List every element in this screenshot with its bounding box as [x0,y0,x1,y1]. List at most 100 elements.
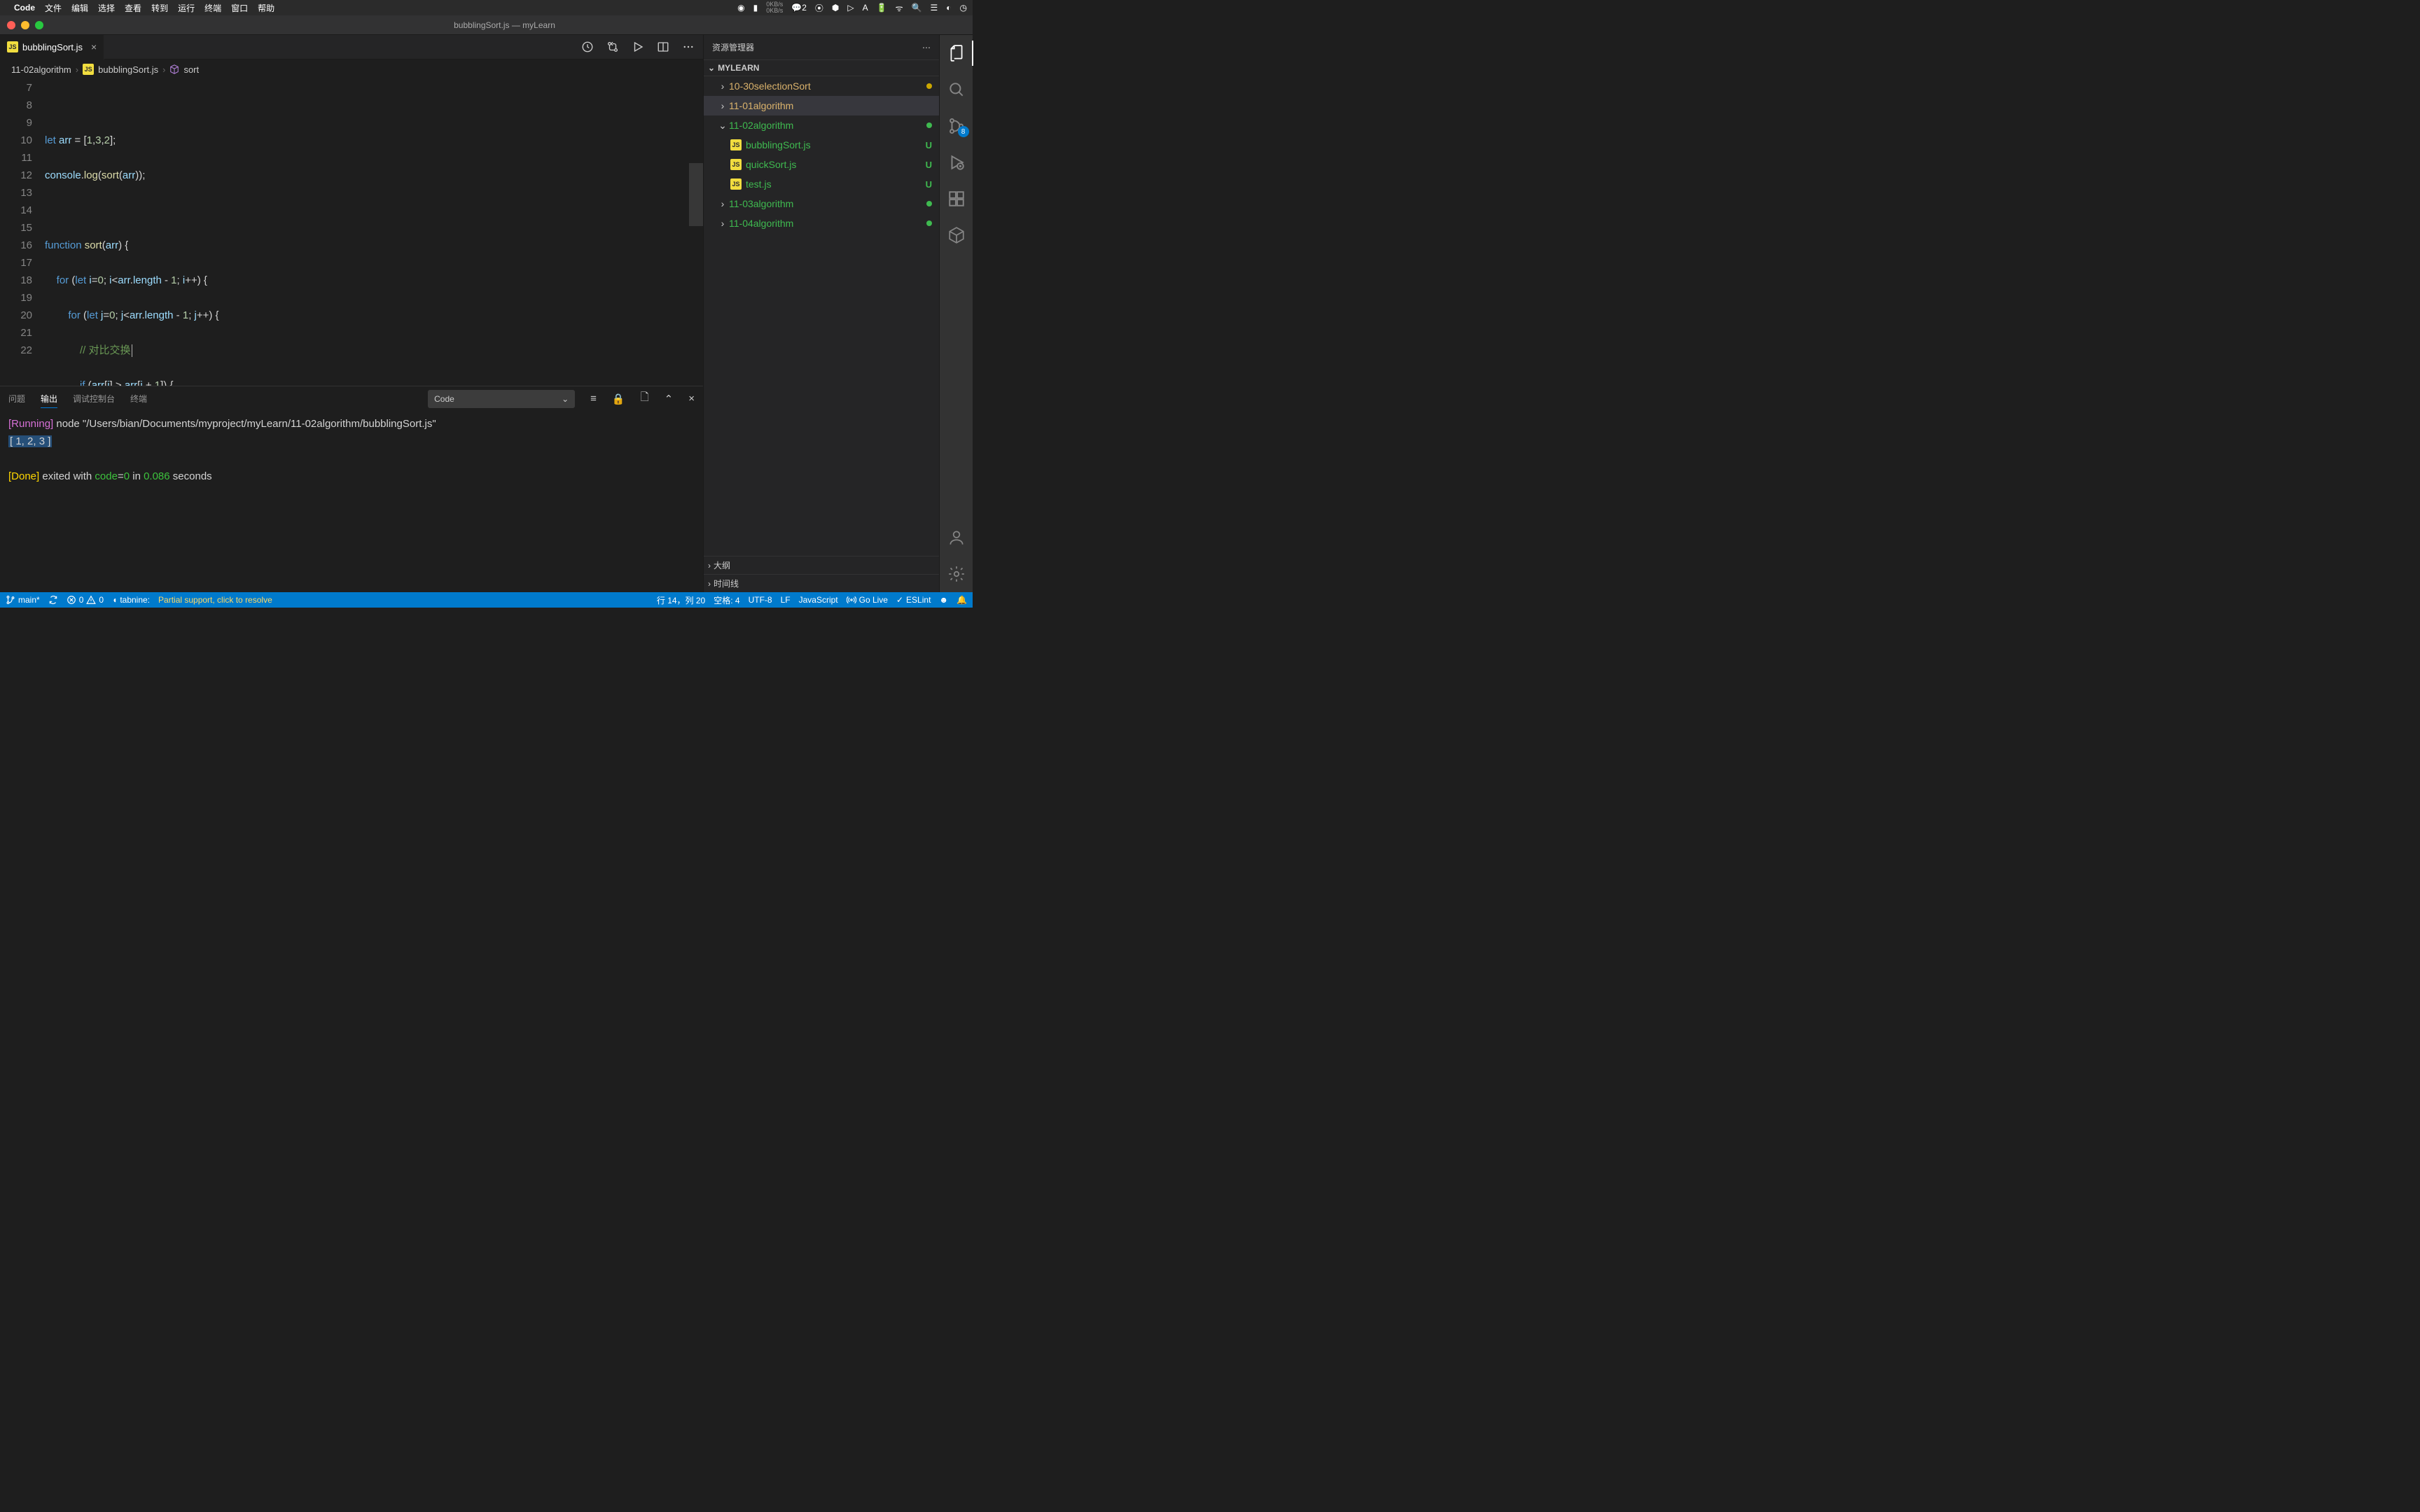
run-icon[interactable] [632,41,644,53]
git-status-badge: U [926,160,932,170]
chevron-up-icon[interactable]: ⌃ [665,393,674,405]
output-channel-select[interactable]: Code ⌄ [428,390,575,408]
git-modified-dot [926,83,932,89]
folder-11-03algorithm[interactable]: › 11-03algorithm [704,194,939,214]
menubar-file[interactable]: 文件 [45,2,62,14]
tray-icon-3[interactable]: ⬢ [832,3,839,13]
explorer-icon[interactable] [947,43,966,63]
close-window-button[interactable] [7,21,15,29]
tray-icon-1[interactable]: ▮ [753,3,758,13]
account-icon[interactable] [947,528,966,547]
cube-icon[interactable] [947,225,966,245]
folder-10-30selectionSort[interactable]: › 10-30selectionSort [704,76,939,96]
status-branch[interactable]: main* [6,595,40,605]
js-file-icon: JS [730,139,742,150]
status-tabnine-msg[interactable]: Partial support, click to resolve [158,595,272,605]
menubar-edit[interactable]: 编辑 [71,2,88,14]
menubar-terminal[interactable]: 终端 [204,2,221,14]
wechat-icon[interactable]: 💬 2 [791,3,807,13]
menubar-run[interactable]: 运行 [178,2,195,14]
battery-icon[interactable]: 🔋 [877,3,887,13]
spotlight-icon[interactable]: 🔍 [912,3,922,13]
control-center-icon[interactable]: ☰ [931,3,938,13]
tray-icon-2[interactable]: ⦿ [815,2,823,14]
status-problems[interactable]: 0 0 [67,595,104,605]
diff-icon[interactable] [606,41,619,53]
status-language[interactable]: JavaScript [799,595,838,605]
git-untracked-dot [926,122,932,128]
file-bubblingSort[interactable]: JS bubblingSort.js U [704,135,939,155]
source-control-icon[interactable]: 8 [947,116,966,136]
chevron-down-icon: ⌄ [716,120,729,132]
breadcrumb[interactable]: 11-02algorithm › JS bubblingSort.js › so… [0,59,703,79]
status-sync[interactable] [48,595,58,605]
status-encoding[interactable]: UTF-8 [749,595,772,605]
close-panel-icon[interactable]: × [688,393,695,405]
maximize-window-button[interactable] [35,21,43,29]
status-eol[interactable]: LF [781,595,791,605]
folder-11-04algorithm[interactable]: › 11-04algorithm [704,214,939,233]
minimap-slider[interactable] [689,163,703,226]
panel-tab-output[interactable]: 输出 [41,390,57,408]
panel-tab-terminal[interactable]: 终端 [130,390,147,407]
wifi-icon[interactable]: ᯤ [896,2,903,14]
menubar-view[interactable]: 查看 [125,2,141,14]
screenrec-icon[interactable]: ◉ [737,3,744,13]
menubar-goto[interactable]: 转到 [151,2,168,14]
folder-11-01algorithm[interactable]: › 11-01algorithm [704,96,939,115]
code-editor[interactable]: 7 8 9 10 11 12 13 14 15 16 17 18 19 20 2… [0,79,703,386]
lock-icon[interactable]: 🔒 [612,393,625,405]
menubar-help[interactable]: 帮助 [258,2,274,14]
panel-tab-debug[interactable]: 调试控制台 [73,390,115,407]
breadcrumb-folder[interactable]: 11-02algorithm [11,64,71,75]
split-icon[interactable] [657,41,669,53]
clock-icon[interactable]: ◷ [960,3,967,13]
input-icon[interactable]: A [863,3,868,13]
tab-label: bubblingSort.js [22,42,83,52]
status-golive[interactable]: Go Live [847,595,888,605]
method-icon [169,64,179,74]
status-feedback-icon[interactable]: ☻ [939,595,948,605]
minimap[interactable] [689,79,703,386]
outline-section-header[interactable]: › 大纲 [704,556,939,574]
output-done-label: [Done] [8,470,39,482]
line-numbers: 7 8 9 10 11 12 13 14 15 16 17 18 19 20 2… [0,79,45,386]
timeline-icon[interactable] [581,41,594,53]
file-test[interactable]: JS test.js U [704,174,939,194]
clear-icon[interactable]: 🗋 [641,390,649,407]
breadcrumb-symbol[interactable]: sort [183,64,199,75]
status-eslint[interactable]: ✓ ESLint [896,595,931,605]
settings-icon[interactable] [947,564,966,584]
js-file-icon: JS [7,41,18,52]
menubar-app[interactable]: Code [14,3,35,13]
tab-bubblingsort[interactable]: JS bubblingSort.js × [0,35,104,59]
wrap-icon[interactable]: ≡ [590,393,597,405]
folder-11-02algorithm[interactable]: ⌄ 11-02algorithm [704,115,939,135]
status-position[interactable]: 行 14，列 20 [657,594,705,606]
timeline-section-header[interactable]: › 时间线 [704,574,939,592]
search-icon[interactable] [947,80,966,99]
file-quickSort[interactable]: JS quickSort.js U [704,155,939,174]
tray-icon-4[interactable]: ▷ [847,3,854,13]
panel-tab-problems[interactable]: 问题 [8,390,25,407]
status-spaces[interactable]: 空格: 4 [714,594,739,606]
minimize-window-button[interactable] [21,21,29,29]
code-content[interactable]: let arr = [1,3,2]; console.log(sort(arr)… [45,79,703,386]
menubar-window[interactable]: 窗口 [231,2,248,14]
extensions-icon[interactable] [947,189,966,209]
menubar-select[interactable]: 选择 [98,2,115,14]
chevron-right-icon: › [708,579,711,589]
status-tabnine[interactable]: ◖ tabnine: [112,595,150,605]
breadcrumb-file[interactable]: bubblingSort.js [98,64,158,75]
explorer-root-header[interactable]: ⌄ MYLEARN [704,59,939,76]
chevron-right-icon: › [716,218,729,229]
sidebar: 资源管理器 ⋯ ⌄ MYLEARN › 10-30selectionSort ›… [703,35,939,592]
siri-icon[interactable]: ◐ [946,3,951,13]
debug-icon[interactable] [947,153,966,172]
output-body[interactable]: [Running] node "/Users/bian/Documents/my… [0,411,703,592]
close-tab-icon[interactable]: × [91,41,97,52]
chevron-right-icon: › [716,198,729,209]
more-icon[interactable] [682,41,695,53]
sidebar-more-icon[interactable]: ⋯ [922,43,931,52]
status-bell-icon[interactable]: 🔔 [957,595,967,605]
